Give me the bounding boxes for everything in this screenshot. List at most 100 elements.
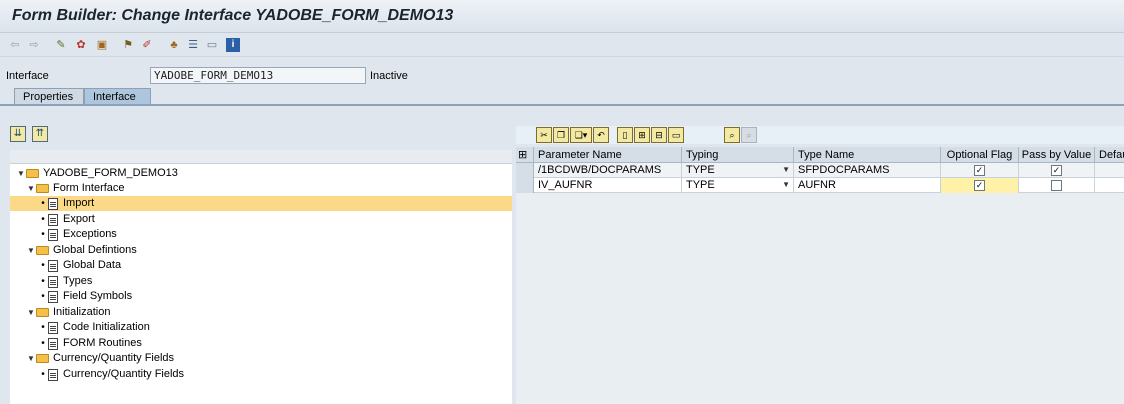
default-value-cell[interactable] xyxy=(1095,178,1124,193)
tree-item-label: Exceptions xyxy=(63,228,117,240)
optional-flag-cell[interactable]: ✓ xyxy=(941,163,1019,178)
bullet-icon: • xyxy=(41,338,45,349)
typing-cell[interactable]: TYPE ▼ xyxy=(682,163,794,178)
pass-by-value-cell[interactable] xyxy=(1019,178,1095,193)
document-icon xyxy=(48,197,58,210)
find-next-icon[interactable]: ⌕ xyxy=(741,127,757,143)
tree-item-export[interactable]: • Export xyxy=(38,212,95,227)
tree-item-exceptions[interactable]: • Exceptions xyxy=(38,227,117,242)
tree-item-field-symbols[interactable]: • Field Symbols xyxy=(38,289,132,304)
row-selector[interactable] xyxy=(516,178,534,193)
info-icon[interactable]: i xyxy=(226,38,240,52)
tree-item-form-routines[interactable]: • FORM Routines xyxy=(38,336,142,351)
document-icon xyxy=(48,213,58,226)
grid-header-row: ⊞ Parameter Name Typing Type Name Option… xyxy=(516,147,1124,163)
interface-status: Inactive xyxy=(370,70,408,82)
column-header[interactable]: Pass by Value xyxy=(1019,147,1095,163)
tree-item-currency-quantity-fields[interactable]: • Currency/Quantity Fields xyxy=(38,367,184,382)
interface-tree: ▼ YADOBE_FORM_DEMO13 ▼ Form Interface • … xyxy=(10,150,512,404)
title-bar: Form Builder: Change Interface YADOBE_FO… xyxy=(0,0,1124,33)
interface-name-field: YADOBE_FORM_DEMO13 xyxy=(150,67,366,84)
table-row[interactable]: /1BCDWB/DOCPARAMS TYPE ▼ SFPDOCPARAMS ✓ … xyxy=(516,163,1124,178)
window-title: Form Builder: Change Interface YADOBE_FO… xyxy=(12,7,454,24)
select-all-icon[interactable]: ⊞ xyxy=(516,147,534,163)
cut-icon[interactable]: ✂ xyxy=(536,127,552,143)
default-value-cell[interactable] xyxy=(1095,163,1124,178)
row-selector[interactable] xyxy=(516,163,534,178)
check-icon[interactable]: ▣ xyxy=(95,38,109,52)
tree-item-label: Code Initialization xyxy=(63,321,150,333)
pass-by-value-checkbox[interactable]: ✓ xyxy=(1051,165,1062,176)
typing-cell[interactable]: TYPE ▼ xyxy=(682,178,794,193)
parameter-name-cell[interactable]: IV_AUFNR xyxy=(534,178,682,193)
column-header[interactable]: Parameter Name xyxy=(534,147,682,163)
insert-row-icon[interactable]: ⊞ xyxy=(634,127,650,143)
expand-all-icon[interactable]: ⇊ xyxy=(10,126,26,142)
forward-arrow-icon[interactable]: ⇨ xyxy=(27,38,41,52)
pattern-icon[interactable]: ✐ xyxy=(140,38,154,52)
duplicate-row-icon[interactable]: ▭ xyxy=(668,127,684,143)
column-header[interactable]: Optional Flag xyxy=(941,147,1019,163)
table-row[interactable]: IV_AUFNR TYPE ▼ AUFNR ✓ xyxy=(516,178,1124,193)
column-header[interactable]: Typing xyxy=(682,147,794,163)
folder-icon xyxy=(36,308,49,317)
tab-interface[interactable]: Interface xyxy=(84,88,151,105)
tree-item-global-data[interactable]: • Global Data xyxy=(38,258,121,273)
optional-flag-cell[interactable]: ✓ xyxy=(941,178,1019,193)
append-row-icon[interactable]: ▯ xyxy=(617,127,633,143)
tree-item-label: FORM Routines xyxy=(63,337,142,349)
parameter-name-cell[interactable]: /1BCDWB/DOCPARAMS xyxy=(534,163,682,178)
application-toolbar: ⇦ ⇨ ✎ ✿ ▣ ⚑ ✐ ♣ ☰ ▭ i xyxy=(0,33,1124,57)
column-header[interactable]: Defau xyxy=(1095,147,1124,163)
undo-icon[interactable]: ↶ xyxy=(593,127,609,143)
tree-node-form-interface[interactable]: ▼ Form Interface xyxy=(26,181,125,196)
tree-root[interactable]: ▼ YADOBE_FORM_DEMO13 xyxy=(16,166,178,181)
display-change-icon[interactable]: ✎ xyxy=(54,38,68,52)
expand-icon[interactable]: ▼ xyxy=(26,305,36,320)
window-icon[interactable]: ▭ xyxy=(205,38,219,52)
pass-by-value-checkbox[interactable] xyxy=(1051,180,1062,191)
optional-checkbox[interactable]: ✓ xyxy=(974,165,985,176)
tree-item-types[interactable]: • Types xyxy=(38,274,92,289)
document-icon xyxy=(48,321,58,334)
tree-root-label: YADOBE_FORM_DEMO13 xyxy=(43,167,178,179)
expand-icon[interactable]: ▼ xyxy=(26,351,36,366)
optional-checkbox[interactable]: ✓ xyxy=(974,180,985,191)
grid-toolbar: ✂ ❐ ❑▾ ↶ ▯ ⊞ ⊟ ▭ ⌕ ⌕ xyxy=(516,126,1124,144)
paste-icon[interactable]: ❑▾ xyxy=(570,127,592,143)
copy-icon[interactable]: ❐ xyxy=(553,127,569,143)
hierarchy-icon[interactable]: ♣ xyxy=(167,38,181,52)
dropdown-arrow-icon[interactable]: ▼ xyxy=(782,178,790,192)
activate-icon[interactable]: ✿ xyxy=(74,38,88,52)
dropdown-arrow-icon[interactable]: ▼ xyxy=(782,163,790,177)
bullet-icon: • xyxy=(41,291,45,302)
collapse-all-icon[interactable]: ⇈ xyxy=(32,126,48,142)
tab-underline xyxy=(0,104,1124,106)
back-arrow-icon[interactable]: ⇦ xyxy=(8,38,22,52)
find-icon[interactable]: ⌕ xyxy=(724,127,740,143)
type-name-cell[interactable]: AUFNR xyxy=(794,178,941,193)
expand-icon[interactable]: ▼ xyxy=(26,181,36,196)
tree-node-currency-quantity[interactable]: ▼ Currency/Quantity Fields xyxy=(26,351,174,366)
tab-properties[interactable]: Properties xyxy=(14,88,84,105)
tree-node-global-definitions[interactable]: ▼ Global Defintions xyxy=(26,243,137,258)
delete-row-icon[interactable]: ⊟ xyxy=(651,127,667,143)
expand-icon[interactable]: ▼ xyxy=(16,166,26,181)
expand-icon[interactable]: ▼ xyxy=(26,243,36,258)
folder-icon xyxy=(36,246,49,255)
tree-item-label: Import xyxy=(63,197,95,209)
type-name-cell[interactable]: SFPDOCPARAMS xyxy=(794,163,941,178)
tree-item-import[interactable]: • Import xyxy=(10,196,512,211)
layout-icon[interactable]: ☰ xyxy=(186,38,200,52)
tree-node-initialization[interactable]: ▼ Initialization xyxy=(26,305,110,320)
bullet-icon: • xyxy=(41,229,45,240)
column-header[interactable]: Type Name xyxy=(794,147,941,163)
typing-value: TYPE xyxy=(686,164,715,176)
bullet-icon: • xyxy=(41,369,45,380)
parameter-grid: ⊞ Parameter Name Typing Type Name Option… xyxy=(516,147,1124,404)
interface-label: Interface xyxy=(6,70,49,82)
document-icon xyxy=(48,368,58,381)
pass-by-value-cell[interactable]: ✓ xyxy=(1019,163,1095,178)
tree-item-code-initialization[interactable]: • Code Initialization xyxy=(38,320,150,335)
other-object-icon[interactable]: ⚑ xyxy=(121,38,135,52)
